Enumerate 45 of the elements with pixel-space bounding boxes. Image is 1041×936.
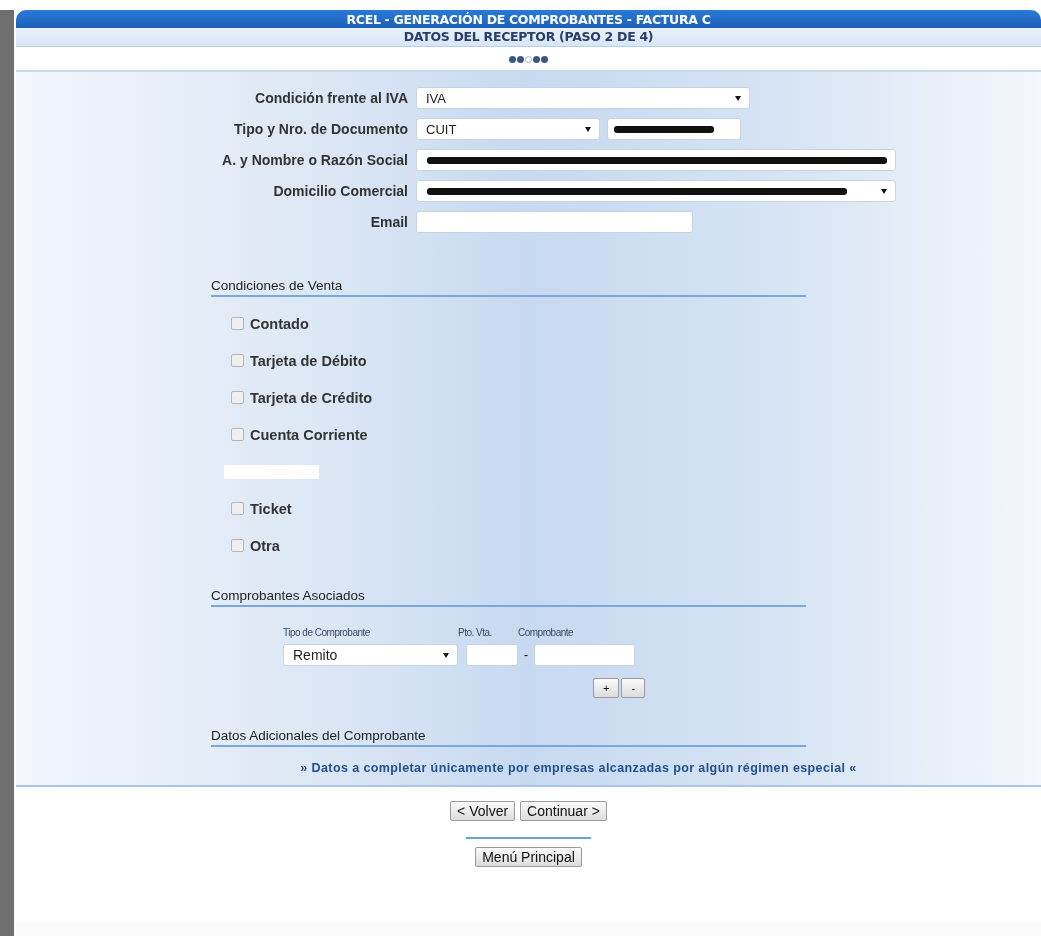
section-heading: Condiciones de Venta bbox=[211, 278, 806, 297]
input-field[interactable] bbox=[607, 118, 741, 140]
checkbox-label: Ticket bbox=[250, 500, 292, 517]
input-field[interactable] bbox=[416, 211, 693, 233]
field-label: Email bbox=[369, 214, 409, 230]
checkbox[interactable] bbox=[231, 502, 244, 515]
checkbox[interactable] bbox=[231, 317, 244, 330]
checkbox[interactable] bbox=[231, 539, 244, 552]
info-text: » Datos a completar únicamente por empresas alcanzadas por algún régimen especial « bbox=[299, 761, 858, 775]
section-heading: Comprobantes Asociados bbox=[211, 588, 806, 607]
select-field[interactable]: IVA bbox=[416, 87, 750, 109]
column-label: Comprobante bbox=[518, 627, 575, 638]
page-subtitle: DATOS DEL RECEPTOR (PASO 2 DE 4) bbox=[16, 28, 1041, 47]
input-field[interactable] bbox=[534, 644, 635, 666]
section-heading: Datos Adicionales del Comprobante bbox=[211, 728, 806, 747]
column-label: Pto. Vta. bbox=[458, 627, 493, 638]
checkbox-label: Cuenta Corriente bbox=[250, 426, 368, 443]
row-button[interactable]: + bbox=[593, 678, 620, 698]
page-title: RCEL - GENERACIÓN DE COMPROBANTES - FACTURA C bbox=[16, 10, 1041, 28]
select-field[interactable]: Remito bbox=[283, 644, 458, 666]
input-field[interactable] bbox=[466, 644, 518, 666]
select-field[interactable]: CUIT bbox=[416, 118, 600, 140]
dropdown-arrow-icon bbox=[585, 126, 591, 132]
checkbox-label: Tarjeta de Crédito bbox=[250, 389, 373, 406]
dropdown-arrow-icon bbox=[881, 188, 887, 194]
dropdown-arrow-icon bbox=[735, 95, 741, 101]
checkbox[interactable] bbox=[231, 391, 244, 404]
checkbox-label: Tarjeta de Débito bbox=[250, 352, 367, 369]
select-field[interactable] bbox=[416, 180, 896, 202]
dropdown-arrow-icon bbox=[443, 652, 449, 658]
field-label: A. y Nombre o Razón Social bbox=[221, 152, 409, 168]
column-label: Tipo de Comprobante bbox=[283, 627, 371, 638]
separator-text: - bbox=[523, 648, 529, 662]
nav-button[interactable]: < Volver bbox=[450, 801, 516, 821]
input-field[interactable] bbox=[416, 149, 896, 171]
checkbox[interactable] bbox=[231, 354, 244, 367]
field-label: Domicilio Comercial bbox=[272, 183, 409, 199]
field-label: Tipo y Nro. de Documento bbox=[233, 121, 409, 137]
nav-button[interactable]: Continuar > bbox=[520, 801, 607, 821]
menu-button[interactable]: Menú Principal bbox=[475, 847, 582, 867]
checkbox[interactable] bbox=[231, 428, 244, 441]
field-label: Condición frente al IVA bbox=[254, 90, 409, 106]
checkbox-label: Otra bbox=[250, 537, 280, 554]
row-button[interactable]: - bbox=[621, 678, 646, 698]
checkbox-label: Contado bbox=[250, 315, 309, 332]
